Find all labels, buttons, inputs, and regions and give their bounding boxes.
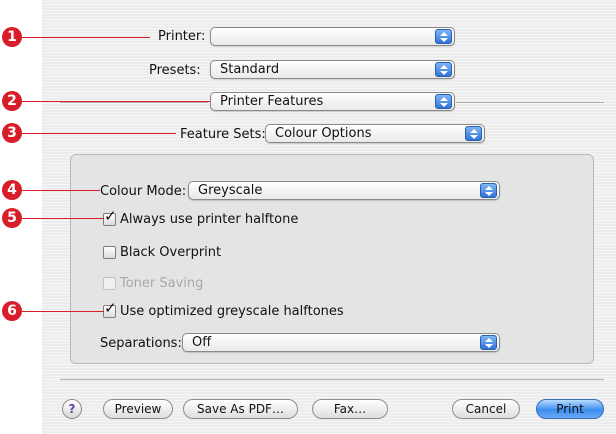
colour-mode-popup-value: Greyscale xyxy=(198,183,263,198)
popup-arrows-icon xyxy=(435,29,452,44)
callout-line-3 xyxy=(20,133,176,134)
cancel-button[interactable]: Cancel xyxy=(452,399,520,419)
help-button[interactable]: ? xyxy=(62,399,82,419)
presets-popup-value: Standard xyxy=(220,62,280,77)
separations-popup-value: Off xyxy=(192,335,212,350)
save-as-pdf-button[interactable]: Save As PDF… xyxy=(183,399,298,419)
presets-popup[interactable]: Standard xyxy=(210,60,455,79)
bottom-separator xyxy=(60,379,604,380)
colour-mode-popup[interactable]: Greyscale xyxy=(188,181,500,200)
callout-line-1 xyxy=(20,37,150,38)
print-button[interactable]: Print xyxy=(536,399,604,419)
pane-popup[interactable]: Printer Features xyxy=(210,92,455,111)
optimized-grey-checkbox[interactable]: ✓ xyxy=(103,300,117,318)
callout-number-3: 3 xyxy=(2,123,22,143)
fax-button[interactable]: Fax… xyxy=(312,399,388,419)
black-overprint-checkbox[interactable] xyxy=(103,246,116,259)
callout-number-4: 4 xyxy=(2,180,22,200)
callout-number-2: 2 xyxy=(2,91,22,111)
feature-sets-popup[interactable]: Colour Options xyxy=(265,124,485,143)
printer-popup[interactable] xyxy=(210,27,455,46)
presets-label: Presets: xyxy=(149,63,201,78)
callout-number-5: 5 xyxy=(2,208,22,228)
popup-arrows-icon xyxy=(435,94,452,109)
popup-arrows-icon xyxy=(465,126,482,141)
callout-line-2 xyxy=(20,101,210,102)
feature-sets-label: Feature Sets: xyxy=(180,127,266,142)
preview-button[interactable]: Preview xyxy=(103,399,173,419)
callout-line-6 xyxy=(20,311,104,312)
separations-popup[interactable]: Off xyxy=(182,333,500,352)
separator-right xyxy=(456,102,604,103)
checkmark-icon: ✓ xyxy=(104,207,117,225)
callout-line-4 xyxy=(20,190,100,191)
colour-mode-label: Colour Mode: xyxy=(100,184,187,199)
popup-arrows-icon xyxy=(480,335,497,350)
pane-popup-value: Printer Features xyxy=(220,94,324,109)
separator-left xyxy=(60,102,208,103)
toner-saving-checkbox[interactable] xyxy=(103,277,116,290)
popup-arrows-icon xyxy=(480,183,497,198)
always-halftone-label: Always use printer halftone xyxy=(120,212,299,227)
optimized-grey-label: Use optimized greyscale halftones xyxy=(120,304,344,319)
separations-label: Separations: xyxy=(100,336,182,351)
printer-label: Printer: xyxy=(158,29,206,44)
callout-line-5 xyxy=(20,218,104,219)
popup-arrows-icon xyxy=(435,62,452,77)
callout-number-6: 6 xyxy=(2,301,22,321)
always-halftone-checkbox[interactable]: ✓ xyxy=(103,208,117,226)
toner-saving-label: Toner Saving xyxy=(120,276,204,291)
black-overprint-label: Black Overprint xyxy=(120,245,222,260)
callout-number-1: 1 xyxy=(2,27,22,47)
checkmark-icon: ✓ xyxy=(104,299,117,317)
feature-sets-popup-value: Colour Options xyxy=(275,126,372,141)
